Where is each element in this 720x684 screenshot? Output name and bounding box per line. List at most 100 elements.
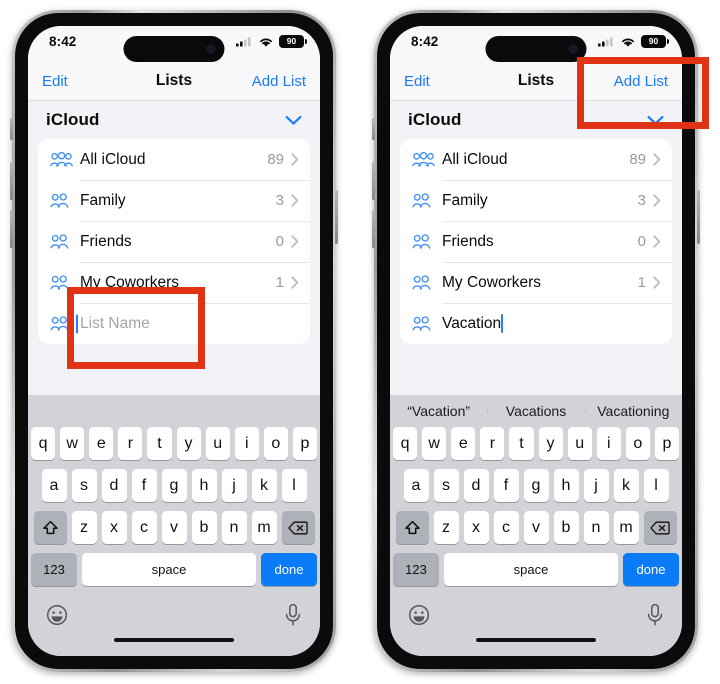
edit-button[interactable]: Edit <box>42 73 68 90</box>
account-header[interactable]: iCloud <box>28 101 320 139</box>
list-count: 3 <box>275 192 284 209</box>
key-k[interactable]: k <box>251 469 277 502</box>
microphone-icon[interactable] <box>646 603 664 627</box>
key-c[interactable]: c <box>131 511 157 544</box>
key-o[interactable]: o <box>625 427 650 460</box>
key-m[interactable]: m <box>613 511 639 544</box>
key-q[interactable]: q <box>393 427 418 460</box>
key-b[interactable]: b <box>553 511 579 544</box>
key-z[interactable]: z <box>71 511 97 544</box>
emoji-smiley-icon[interactable] <box>408 604 430 626</box>
key-e[interactable]: e <box>451 427 476 460</box>
silent-switch[interactable] <box>372 118 375 140</box>
key-j[interactable]: j <box>583 469 609 502</box>
numbers-key[interactable]: 123 <box>393 553 439 586</box>
volume-down-button[interactable] <box>372 210 375 248</box>
key-g[interactable]: g <box>523 469 549 502</box>
key-x[interactable]: x <box>463 511 489 544</box>
key-n[interactable]: n <box>583 511 609 544</box>
key-f[interactable]: f <box>493 469 519 502</box>
key-r[interactable]: r <box>118 427 143 460</box>
edit-button[interactable]: Edit <box>404 73 430 90</box>
space-key[interactable]: space <box>82 553 256 586</box>
volume-down-button[interactable] <box>10 210 13 248</box>
chevron-down-icon[interactable] <box>285 115 302 126</box>
key-a[interactable]: a <box>403 469 429 502</box>
table-row[interactable]: Friends 0 <box>38 221 310 262</box>
table-row[interactable]: Friends 0 <box>400 221 672 262</box>
key-e[interactable]: e <box>89 427 114 460</box>
chevron-right-icon <box>653 235 661 248</box>
key-i[interactable]: i <box>596 427 621 460</box>
key-h[interactable]: h <box>191 469 217 502</box>
home-indicator[interactable] <box>476 638 596 642</box>
new-list-row[interactable]: Vacation <box>400 303 672 344</box>
volume-up-button[interactable] <box>10 162 13 200</box>
key-c[interactable]: c <box>493 511 519 544</box>
table-row[interactable]: All iCloud 89 <box>38 139 310 180</box>
key-v[interactable]: v <box>161 511 187 544</box>
suggestion-bar[interactable]: “Vacation” Vacations Vacationing <box>390 395 682 427</box>
shift-up-arrow-icon[interactable] <box>33 511 67 544</box>
key-j[interactable]: j <box>221 469 247 502</box>
key-v[interactable]: v <box>523 511 549 544</box>
key-s[interactable]: s <box>433 469 459 502</box>
key-t[interactable]: t <box>147 427 172 460</box>
numbers-key[interactable]: 123 <box>31 553 77 586</box>
key-l[interactable]: l <box>643 469 669 502</box>
suggestion-item[interactable]: Vacationing <box>584 403 682 419</box>
add-list-button[interactable]: Add List <box>252 73 306 90</box>
key-d[interactable]: d <box>463 469 489 502</box>
key-f[interactable]: f <box>131 469 157 502</box>
keyboard[interactable]: “Vacation” Vacations Vacationing q w e r… <box>390 395 682 656</box>
key-u[interactable]: u <box>567 427 592 460</box>
key-r[interactable]: r <box>480 427 505 460</box>
backspace-delete-icon[interactable] <box>643 511 677 544</box>
key-m[interactable]: m <box>251 511 277 544</box>
key-h[interactable]: h <box>553 469 579 502</box>
key-p[interactable]: p <box>292 427 317 460</box>
home-indicator[interactable] <box>114 638 234 642</box>
emoji-smiley-icon[interactable] <box>46 604 68 626</box>
lists-scroll-area[interactable]: All iCloud 89 Family 3 Friends 0 My Cowo… <box>390 139 682 395</box>
suggestion-item[interactable]: Vacations <box>487 403 584 419</box>
key-z[interactable]: z <box>433 511 459 544</box>
backspace-delete-icon[interactable] <box>281 511 315 544</box>
key-g[interactable]: g <box>161 469 187 502</box>
power-button[interactable] <box>697 190 700 244</box>
table-row[interactable]: Family 3 <box>400 180 672 221</box>
volume-up-button[interactable] <box>372 162 375 200</box>
key-w[interactable]: w <box>422 427 447 460</box>
key-x[interactable]: x <box>101 511 127 544</box>
microphone-icon[interactable] <box>284 603 302 627</box>
key-d[interactable]: d <box>101 469 127 502</box>
done-key[interactable]: done <box>623 553 679 586</box>
key-u[interactable]: u <box>205 427 230 460</box>
key-l[interactable]: l <box>281 469 307 502</box>
key-p[interactable]: p <box>654 427 679 460</box>
key-o[interactable]: o <box>263 427 288 460</box>
done-key[interactable]: done <box>261 553 317 586</box>
space-key[interactable]: space <box>444 553 618 586</box>
key-n[interactable]: n <box>221 511 247 544</box>
key-i[interactable]: i <box>234 427 259 460</box>
key-s[interactable]: s <box>71 469 97 502</box>
shift-up-arrow-icon[interactable] <box>395 511 429 544</box>
silent-switch[interactable] <box>10 118 13 140</box>
key-y[interactable]: y <box>538 427 563 460</box>
key-a[interactable]: a <box>41 469 67 502</box>
table-row[interactable]: All iCloud 89 <box>400 139 672 180</box>
suggestion-bar[interactable] <box>28 395 320 427</box>
table-row[interactable]: My Coworkers 1 <box>400 262 672 303</box>
key-y[interactable]: y <box>176 427 201 460</box>
keyboard[interactable]: q w e r t y u i o p a s d f g h j k l z … <box>28 395 320 656</box>
key-w[interactable]: w <box>60 427 85 460</box>
list-name-input[interactable]: Vacation <box>438 314 661 333</box>
table-row[interactable]: Family 3 <box>38 180 310 221</box>
power-button[interactable] <box>335 190 338 244</box>
key-q[interactable]: q <box>31 427 56 460</box>
suggestion-item[interactable]: “Vacation” <box>390 403 487 419</box>
key-k[interactable]: k <box>613 469 639 502</box>
key-t[interactable]: t <box>509 427 534 460</box>
key-b[interactable]: b <box>191 511 217 544</box>
